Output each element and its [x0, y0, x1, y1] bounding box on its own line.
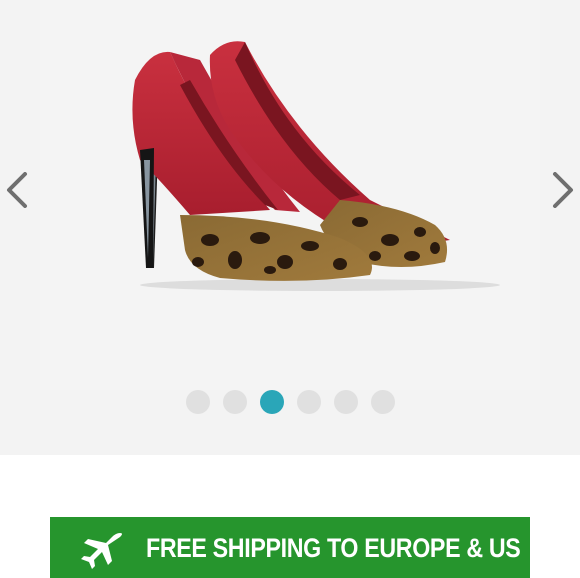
- carousel-dot[interactable]: [333, 390, 358, 414]
- chevron-left-icon: [7, 172, 27, 208]
- prev-image-button[interactable]: [2, 170, 32, 210]
- chevron-right-icon: [553, 172, 573, 208]
- airplane-icon: [81, 533, 122, 569]
- carousel-dot-active[interactable]: [259, 390, 284, 414]
- carousel-dot[interactable]: [222, 390, 247, 414]
- carousel-dot[interactable]: [296, 390, 321, 414]
- carousel-pagination: [0, 390, 580, 414]
- shoes-image: [132, 41, 500, 291]
- next-image-button[interactable]: [548, 170, 578, 210]
- product-image[interactable]: [40, 0, 540, 390]
- product-gallery: [0, 0, 580, 455]
- carousel-dot[interactable]: [370, 390, 395, 414]
- free-shipping-banner: FREE SHIPPING TO EUROPE & US: [50, 517, 530, 578]
- shipping-text: FREE SHIPPING TO EUROPE & US: [146, 533, 521, 563]
- carousel-dot[interactable]: [185, 390, 210, 414]
